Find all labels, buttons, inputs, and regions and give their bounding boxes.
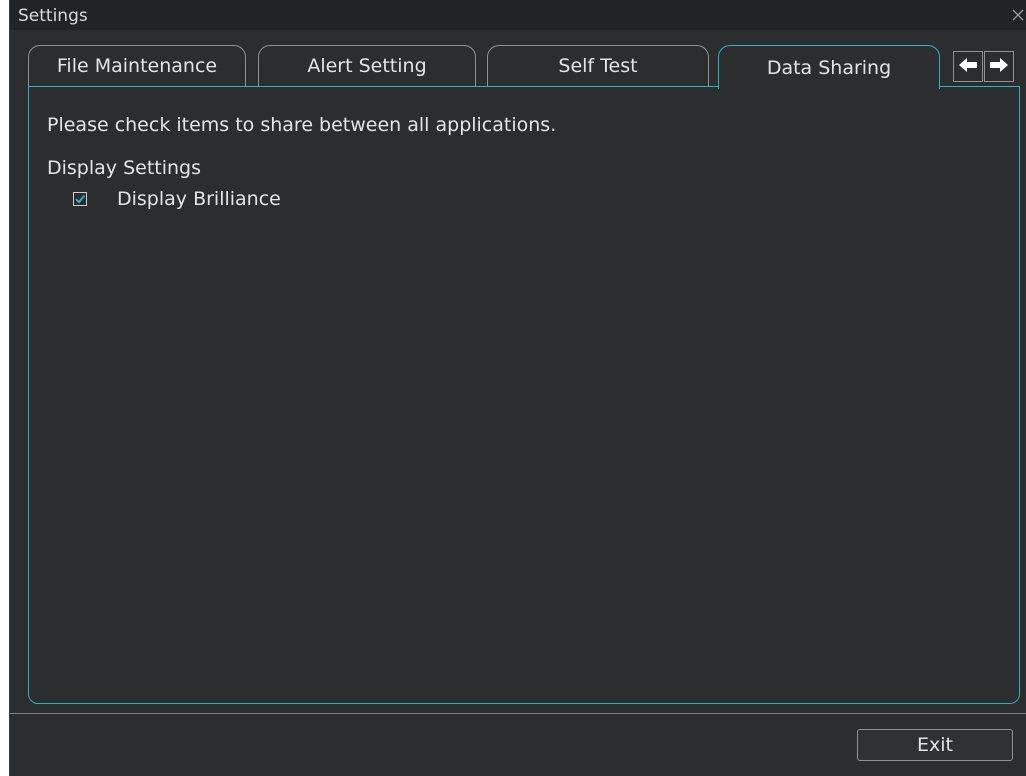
display-brilliance-checkbox[interactable] <box>73 192 87 206</box>
tab-data-sharing[interactable]: Data Sharing <box>718 45 940 89</box>
section-title: Display Settings <box>47 157 202 179</box>
tab-label: Data Sharing <box>766 56 892 79</box>
tab-label: Self Test <box>558 55 638 77</box>
tab-scroll-left-button[interactable] <box>953 51 983 82</box>
tab-file-maintenance[interactable]: File Maintenance <box>28 45 246 86</box>
tab-label: Alert Setting <box>307 55 427 77</box>
tab-scroll-right-button[interactable] <box>984 51 1014 82</box>
arrow-left-icon <box>958 57 978 77</box>
exit-button[interactable]: Exit <box>857 729 1013 761</box>
checkmark-icon <box>75 194 86 204</box>
footer-divider <box>10 713 1026 714</box>
checkbox-label: Display Brilliance <box>117 188 281 210</box>
settings-window: Settings File Maintenance Alert Setting … <box>9 0 1026 776</box>
close-icon[interactable] <box>1011 7 1025 23</box>
data-sharing-panel: Please check items to share between all … <box>28 86 1020 704</box>
instruction-text: Please check items to share between all … <box>47 114 557 136</box>
title-bar: Settings <box>10 0 1026 30</box>
tab-self-test[interactable]: Self Test <box>487 45 709 86</box>
tab-alert-setting[interactable]: Alert Setting <box>258 45 476 86</box>
window-title: Settings <box>18 6 88 26</box>
arrow-right-icon <box>989 57 1009 77</box>
exit-label: Exit <box>917 734 953 756</box>
display-brilliance-option[interactable]: Display Brilliance <box>73 188 281 210</box>
tab-label: File Maintenance <box>56 55 218 77</box>
